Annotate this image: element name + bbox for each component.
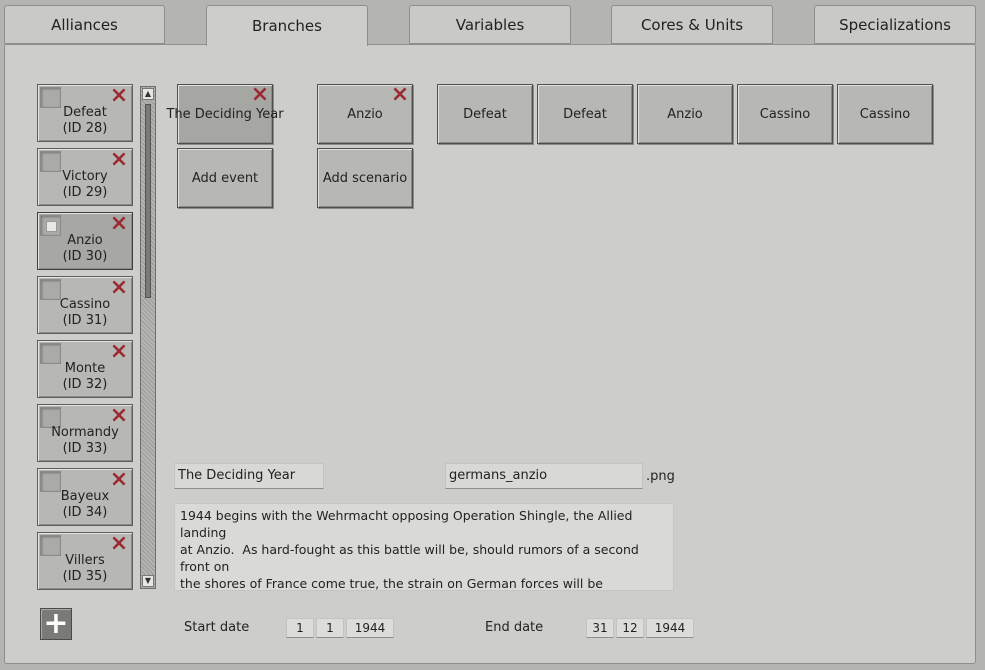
list-item-id: (ID 33) (62, 441, 108, 456)
list-item-name: Cassino (59, 297, 111, 312)
add-branch-button[interactable]: + (40, 608, 72, 640)
tab-cores-units[interactable]: Cores & Units (611, 5, 773, 44)
description-textarea[interactable]: 1944 begins with the Wehrmacht opposing … (174, 503, 674, 591)
scroll-down-icon[interactable]: ▼ (142, 575, 154, 587)
tab-alliances[interactable]: Alliances (4, 5, 165, 44)
delete-icon[interactable]: × (109, 213, 129, 235)
scroll-thumb[interactable] (145, 104, 151, 298)
list-item-id: (ID 35) (62, 569, 108, 584)
tab-branches-label: Branches (252, 17, 322, 35)
start-date-label: Start date (184, 620, 250, 635)
list-item-name: Villers (65, 553, 105, 568)
delete-icon[interactable]: × (109, 277, 129, 299)
delete-icon[interactable]: × (109, 405, 129, 427)
delete-icon[interactable]: × (109, 469, 129, 491)
tab-variables[interactable]: Variables (409, 5, 571, 44)
scenario-item-label: Anzio (347, 106, 383, 122)
delete-icon[interactable]: × (390, 84, 410, 106)
list-scrollbar[interactable]: ▲ ▼ (140, 86, 156, 589)
end-year-field[interactable]: 1944 (646, 618, 694, 638)
outcome-button[interactable]: Defeat (437, 84, 533, 144)
list-item-name: Monte (64, 361, 106, 376)
list-item[interactable]: × Anzio (ID 30) (37, 212, 133, 270)
outcome-button[interactable]: Cassino (737, 84, 833, 144)
tab-specializations-label: Specializations (839, 15, 951, 34)
list-item[interactable]: × Defeat (ID 28) (37, 84, 133, 142)
scroll-up-icon[interactable]: ▲ (142, 88, 154, 100)
list-item-id: (ID 31) (62, 313, 108, 328)
start-day-field[interactable]: 1 (286, 618, 314, 638)
start-year-field[interactable]: 1944 (346, 618, 394, 638)
outcome-button[interactable]: Cassino (837, 84, 933, 144)
add-event-label: Add event (191, 170, 259, 186)
add-scenario-label: Add scenario (322, 170, 408, 186)
delete-icon[interactable]: × (109, 341, 129, 363)
scenario-item[interactable]: Anzio × (317, 84, 413, 144)
outcome-label: Cassino (759, 106, 811, 122)
delete-icon[interactable]: × (109, 533, 129, 555)
list-item-name: Normandy (51, 425, 119, 440)
outcome-button[interactable]: Defeat (537, 84, 633, 144)
delete-icon[interactable]: × (109, 85, 129, 107)
tab-alliances-label: Alliances (51, 15, 118, 34)
outcome-label: Defeat (463, 106, 507, 122)
list-item[interactable]: × Normandy (ID 33) (37, 404, 133, 462)
end-month-field[interactable]: 12 (616, 618, 644, 638)
event-item-label: The Deciding Year (166, 106, 284, 122)
tab-cores-units-label: Cores & Units (640, 15, 744, 34)
list-item-name: Victory (62, 169, 108, 184)
tab-branches[interactable]: Branches (206, 5, 368, 46)
outcome-button[interactable]: Anzio (637, 84, 733, 144)
end-date-label: End date (485, 620, 544, 635)
list-item-id: (ID 29) (62, 185, 108, 200)
list-item-id: (ID 32) (62, 377, 108, 392)
list-item[interactable]: × Bayeux (ID 34) (37, 468, 133, 526)
image-name-field[interactable]: germans_anzio (445, 463, 643, 489)
image-extension-label: .png (646, 469, 675, 484)
end-day-field[interactable]: 31 (586, 618, 614, 638)
list-item[interactable]: × Cassino (ID 31) (37, 276, 133, 334)
event-item[interactable]: The Deciding Year × (166, 84, 284, 144)
start-month-field[interactable]: 1 (316, 618, 344, 638)
outcome-label: Defeat (563, 106, 607, 122)
list-item-id: (ID 30) (62, 249, 108, 264)
list-item-name: Anzio (67, 233, 103, 248)
list-item[interactable]: × Monte (ID 32) (37, 340, 133, 398)
list-item-id: (ID 28) (62, 121, 108, 136)
outcome-label: Cassino (859, 106, 911, 122)
event-title-field[interactable]: The Deciding Year (174, 463, 324, 489)
tab-variables-label: Variables (455, 15, 525, 34)
list-item-name: Bayeux (60, 489, 110, 504)
tab-specializations[interactable]: Specializations (814, 5, 976, 44)
add-event-button[interactable]: Add event (177, 148, 273, 208)
plus-icon: + (43, 606, 69, 641)
list-item[interactable]: × Villers (ID 35) (37, 532, 133, 590)
add-scenario-button[interactable]: Add scenario (317, 148, 413, 208)
delete-icon[interactable]: × (109, 149, 129, 171)
list-item[interactable]: × Victory (ID 29) (37, 148, 133, 206)
outcome-label: Anzio (667, 106, 703, 122)
list-item-id: (ID 34) (62, 505, 108, 520)
delete-icon[interactable]: × (250, 84, 270, 106)
list-item-name: Defeat (63, 105, 107, 120)
